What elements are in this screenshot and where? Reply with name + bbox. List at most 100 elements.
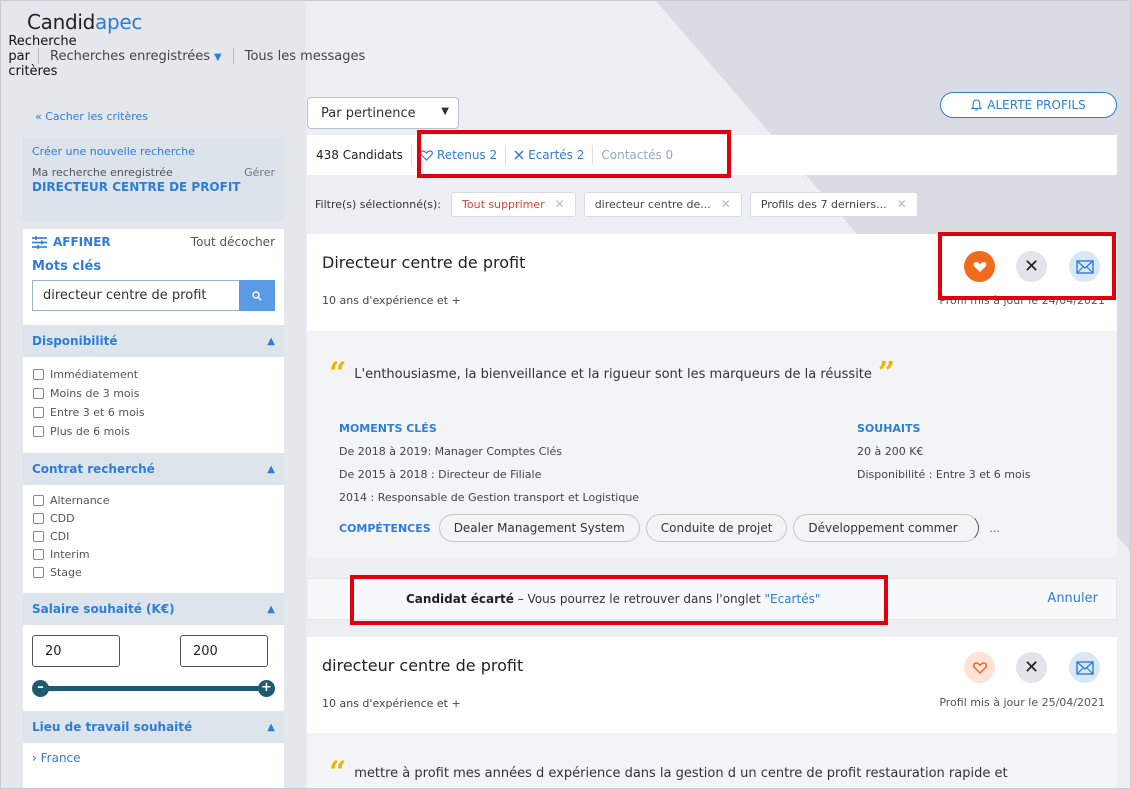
search-icon [252, 290, 262, 301]
checkbox[interactable] [33, 407, 44, 418]
salary-title: Salaire souhaité (K€) [32, 602, 175, 616]
filter-chip-label: directeur centre de... [594, 197, 711, 211]
rejected-tab-link[interactable]: "Ecartés" [765, 592, 821, 606]
checkbox[interactable] [33, 369, 44, 380]
wishes-title: SOUHAITS [857, 422, 921, 435]
rejected-notice-text: – Vous pourrez le retrouver dans l'ongle… [513, 592, 765, 606]
checkbox-option[interactable]: Alternance [33, 491, 275, 509]
close-icon[interactable]: ✕ [721, 197, 731, 211]
slider-max-handle[interactable]: + [258, 680, 275, 697]
checkbox[interactable] [33, 566, 44, 578]
heart-outline-icon [419, 149, 433, 161]
skills-row: COMPÉTENCES Dealer Management System Con… [339, 514, 1000, 542]
close-icon[interactable]: ✕ [897, 197, 907, 211]
candidate-title[interactable]: directeur centre de profit [322, 656, 523, 675]
checkbox-label: Entre 3 et 6 mois [50, 406, 145, 419]
reject-button[interactable]: ✕ [1016, 251, 1047, 282]
more-skills[interactable]: ... [989, 522, 1000, 535]
candidate-experience: 10 ans d'expérience et + [322, 294, 461, 307]
refine-panel: AFFINER Tout décocher Mots clés directeu… [23, 229, 284, 788]
rejected-notice-message: Candidat écarté – Vous pourrez le retrou… [406, 592, 820, 606]
location-item-label: France [40, 751, 81, 765]
chevron-right-icon: › [32, 751, 41, 765]
candidate-card-body: “ mettre à profit mes années d expérienc… [307, 733, 1117, 788]
reject-button[interactable]: ✕ [1016, 652, 1047, 683]
availability-title: Disponibilité [32, 334, 118, 348]
selected-filters: Filtre(s) sélectionné(s): Tout supprimer… [307, 191, 926, 217]
checkbox-option[interactable]: Entre 3 et 6 mois [33, 403, 275, 422]
salary-max-input[interactable]: 200 [180, 635, 268, 667]
saved-search-name[interactable]: DIRECTEUR CENTRE DE PROFIT [32, 180, 275, 194]
profile-alert-button[interactable]: ALERTE PROFILS [940, 92, 1117, 118]
sliders-icon [32, 235, 47, 249]
salary-min-input[interactable]: 20 [32, 635, 120, 667]
message-button[interactable] [1069, 251, 1100, 282]
checkbox[interactable] [33, 512, 44, 524]
filter-chip[interactable]: directeur centre de... ✕ [583, 191, 742, 217]
nav-all-messages[interactable]: Tous les messages [245, 49, 366, 64]
location-item[interactable]: › France [23, 743, 284, 773]
checkbox-label: Moins de 3 mois [50, 387, 140, 400]
nav-criteria-search[interactable]: Recherche par critères [8, 34, 76, 79]
salary-range-slider[interactable]: – + [32, 677, 275, 701]
skill-pill[interactable]: Développement commer [793, 514, 980, 542]
manage-link[interactable]: Gérer [244, 166, 275, 179]
checkbox-option[interactable]: CDD [33, 509, 275, 527]
checkbox-option[interactable]: Interim [33, 545, 275, 563]
checkbox-option[interactable]: Moins de 3 mois [33, 384, 275, 403]
brand-logo[interactable]: Candidapec [27, 10, 142, 34]
close-icon[interactable]: ✕ [555, 197, 565, 211]
bell-icon [971, 99, 983, 111]
keywords-search-button[interactable] [239, 280, 275, 311]
checkbox[interactable] [33, 494, 44, 506]
uncheck-all-link[interactable]: Tout décocher [191, 235, 275, 249]
tab-rejected[interactable]: Ecartés 2 [506, 135, 592, 175]
filter-chip[interactable]: Profils des 7 derniers... ✕ [749, 191, 918, 217]
brand-part1: Candid [27, 10, 96, 34]
contract-section-header[interactable]: Contrat recherché ▲ [23, 453, 284, 485]
hide-criteria-link[interactable]: « Cacher les critères [35, 110, 148, 123]
slider-min-handle[interactable]: – [32, 680, 49, 697]
salary-inputs: 20 200 [23, 625, 284, 667]
refine-header: AFFINER Tout décocher [23, 229, 284, 249]
checkbox[interactable] [33, 530, 44, 542]
candidate-experience: 10 ans d'expérience et + [322, 697, 461, 710]
filter-chip-label: Profils des 7 derniers... [760, 197, 887, 211]
close-icon: ✕ [1023, 256, 1040, 277]
like-button[interactable] [964, 251, 995, 282]
checkbox[interactable] [33, 426, 44, 437]
tab-contacted[interactable]: Contactés 0 [593, 135, 681, 175]
key-moment: De 2018 à 2019: Manager Comptes Clés [339, 445, 563, 458]
message-button[interactable] [1069, 652, 1100, 683]
contract-options: Alternance CDD CDI Interim Stage [23, 485, 284, 587]
checkbox-option[interactable]: Plus de 6 mois [33, 422, 275, 441]
sort-select[interactable]: Par pertinence ▼ [307, 97, 459, 129]
candidate-quote-text: mettre à profit mes années d expérience … [354, 765, 1008, 781]
candidate-card: directeur centre de profit 10 ans d'expé… [307, 637, 1117, 788]
salary-section-header[interactable]: Salaire souhaité (K€) ▲ [23, 593, 284, 625]
candidate-quote: “ L'enthousiasme, la bienveillance et la… [329, 356, 896, 391]
like-button[interactable] [964, 652, 995, 683]
undo-button[interactable]: Annuler [1047, 591, 1098, 606]
filter-chip-clear-all[interactable]: Tout supprimer ✕ [451, 191, 576, 217]
checkbox-option[interactable]: Stage [33, 563, 275, 581]
candidate-title[interactable]: Directeur centre de profit [322, 253, 525, 272]
profile-updated-date: Profil mis à jour le 24/04/2021 [939, 294, 1105, 307]
keywords-input[interactable]: directeur centre de profit [32, 280, 239, 311]
checkbox-option[interactable]: CDI [33, 527, 275, 545]
new-search-link[interactable]: Créer une nouvelle recherche [32, 145, 275, 158]
checkbox-label: CDI [50, 529, 70, 543]
quote-close-icon: ” [877, 356, 896, 391]
location-section-header[interactable]: Lieu de travail souhaité ▲ [23, 711, 284, 743]
skill-pill[interactable]: Conduite de projet [645, 514, 788, 542]
checkbox[interactable] [33, 388, 44, 399]
checkbox[interactable] [33, 548, 44, 560]
availability-section-header[interactable]: Disponibilité ▲ [23, 325, 284, 357]
location-title: Lieu de travail souhaité [32, 720, 193, 734]
skill-pill[interactable]: Dealer Management System [438, 514, 640, 542]
tab-retained[interactable]: Retenus 2 [412, 135, 505, 175]
checkbox-option[interactable]: Immédiatement [33, 365, 275, 384]
heart-outline-icon [972, 661, 987, 674]
tab-candidates[interactable]: 438 Candidats [307, 135, 411, 175]
checkbox-label: Immédiatement [50, 368, 139, 381]
